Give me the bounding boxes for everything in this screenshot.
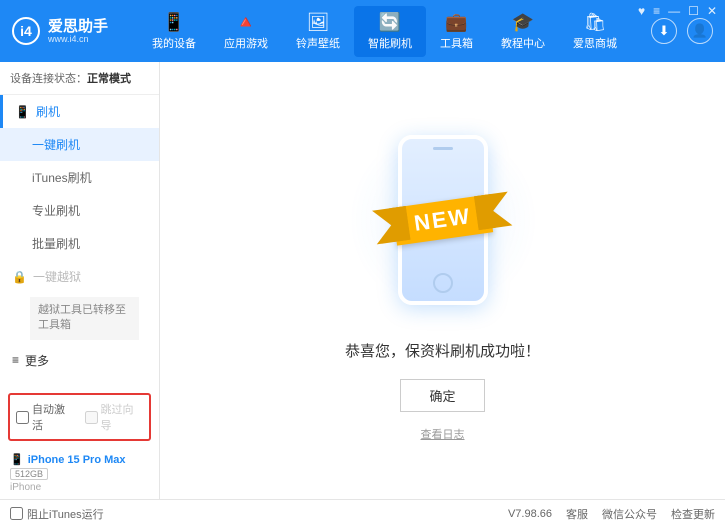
phone-icon: 📱 bbox=[15, 105, 30, 119]
flash-icon: 🔄 bbox=[379, 12, 401, 33]
sidebar-itunes-flash[interactable]: iTunes刷机 bbox=[0, 161, 159, 194]
mall-icon: 🛍 bbox=[584, 12, 607, 33]
footer-wechat[interactable]: 微信公众号 bbox=[602, 506, 657, 522]
nav-mydevice[interactable]: 📱我的设备 bbox=[138, 6, 210, 57]
version-label: V7.98.66 bbox=[508, 508, 552, 520]
sidebar-flash-header[interactable]: 📱 刷机 bbox=[0, 95, 159, 128]
sidebar-jailbreak-note: 越狱工具已转移至工具箱 bbox=[30, 297, 139, 340]
minimize-icon[interactable]: — bbox=[668, 4, 680, 18]
top-nav: 📱我的设备 🔺应用游戏 🖼铃声壁纸 🔄智能刷机 💼工具箱 🎓教程中心 🛍爱思商城 bbox=[138, 6, 651, 57]
success-illustration: NEW bbox=[343, 120, 543, 320]
connection-status: 设备连接状态：正常模式 bbox=[0, 62, 159, 95]
sidebar-oneclick-flash[interactable]: 一键刷机 bbox=[0, 128, 159, 161]
block-itunes-checkbox[interactable]: 阻止iTunes运行 bbox=[10, 506, 104, 522]
app-title: 爱思助手 bbox=[48, 19, 108, 34]
success-message: 恭喜您，保资料刷机成功啦！ bbox=[345, 340, 540, 361]
list-icon: ≡ bbox=[12, 353, 19, 367]
ringtone-icon: 🖼 bbox=[307, 12, 330, 33]
ok-button[interactable]: 确定 bbox=[400, 379, 484, 412]
nav-flash[interactable]: 🔄智能刷机 bbox=[354, 6, 426, 57]
logo: i4 爱思助手 www.i4.cn bbox=[12, 17, 108, 45]
device-icon: 📱 bbox=[163, 12, 185, 33]
skip-setup-checkbox[interactable]: 跳过向导 bbox=[85, 401, 144, 433]
maximize-icon[interactable]: ☐ bbox=[688, 4, 699, 18]
user-button[interactable]: 👤 bbox=[687, 18, 713, 44]
sidebar: 设备连接状态：正常模式 📱 刷机 一键刷机 iTunes刷机 专业刷机 批量刷机… bbox=[0, 62, 160, 499]
flash-options: 自动激活 跳过向导 bbox=[8, 393, 151, 441]
sidebar-jailbreak-header: 🔒 一键越狱 bbox=[0, 260, 159, 293]
device-capacity: 512GB bbox=[10, 468, 48, 480]
app-subtitle: www.i4.cn bbox=[48, 34, 108, 44]
nav-mall[interactable]: 🛍爱思商城 bbox=[559, 6, 631, 57]
nav-tutorial[interactable]: 🎓教程中心 bbox=[487, 6, 559, 57]
sidebar-batch-flash[interactable]: 批量刷机 bbox=[0, 227, 159, 260]
view-log-link[interactable]: 查看日志 bbox=[421, 426, 465, 442]
statusbar: 阻止iTunes运行 V7.98.66 客服 微信公众号 检查更新 bbox=[0, 499, 725, 527]
theme-icon[interactable]: ♥ bbox=[638, 4, 645, 18]
footer-update[interactable]: 检查更新 bbox=[671, 506, 715, 522]
close-icon[interactable]: ✕ bbox=[707, 4, 717, 18]
device-info[interactable]: 📱iPhone 15 Pro Max 512GB iPhone bbox=[0, 447, 159, 499]
window-controls: ♥ ≡ — ☐ ✕ bbox=[638, 4, 717, 18]
main-content: NEW 恭喜您，保资料刷机成功啦！ 确定 查看日志 bbox=[160, 62, 725, 499]
device-type: iPhone bbox=[10, 482, 149, 493]
download-button[interactable]: ⬇ bbox=[651, 18, 677, 44]
tutorial-icon: 🎓 bbox=[512, 12, 534, 33]
lock-icon: 🔒 bbox=[12, 270, 27, 284]
nav-ringtone[interactable]: 🖼铃声壁纸 bbox=[282, 6, 354, 57]
auto-activate-checkbox[interactable]: 自动激活 bbox=[16, 401, 75, 433]
footer-support[interactable]: 客服 bbox=[566, 506, 588, 522]
sidebar-more-header[interactable]: ≡ 更多 bbox=[0, 344, 159, 377]
titlebar: ♥ ≡ — ☐ ✕ i4 爱思助手 www.i4.cn 📱我的设备 🔺应用游戏 … bbox=[0, 0, 725, 62]
nav-apps[interactable]: 🔺应用游戏 bbox=[210, 6, 282, 57]
logo-icon: i4 bbox=[12, 17, 40, 45]
phone-icon: 📱 bbox=[10, 453, 24, 466]
sidebar-other-tools[interactable]: 其他工具 bbox=[0, 377, 159, 387]
menu-icon[interactable]: ≡ bbox=[653, 4, 660, 18]
apps-icon: 🔺 bbox=[235, 12, 257, 33]
nav-tools[interactable]: 💼工具箱 bbox=[426, 6, 487, 57]
tools-icon: 💼 bbox=[445, 12, 467, 33]
sidebar-pro-flash[interactable]: 专业刷机 bbox=[0, 194, 159, 227]
